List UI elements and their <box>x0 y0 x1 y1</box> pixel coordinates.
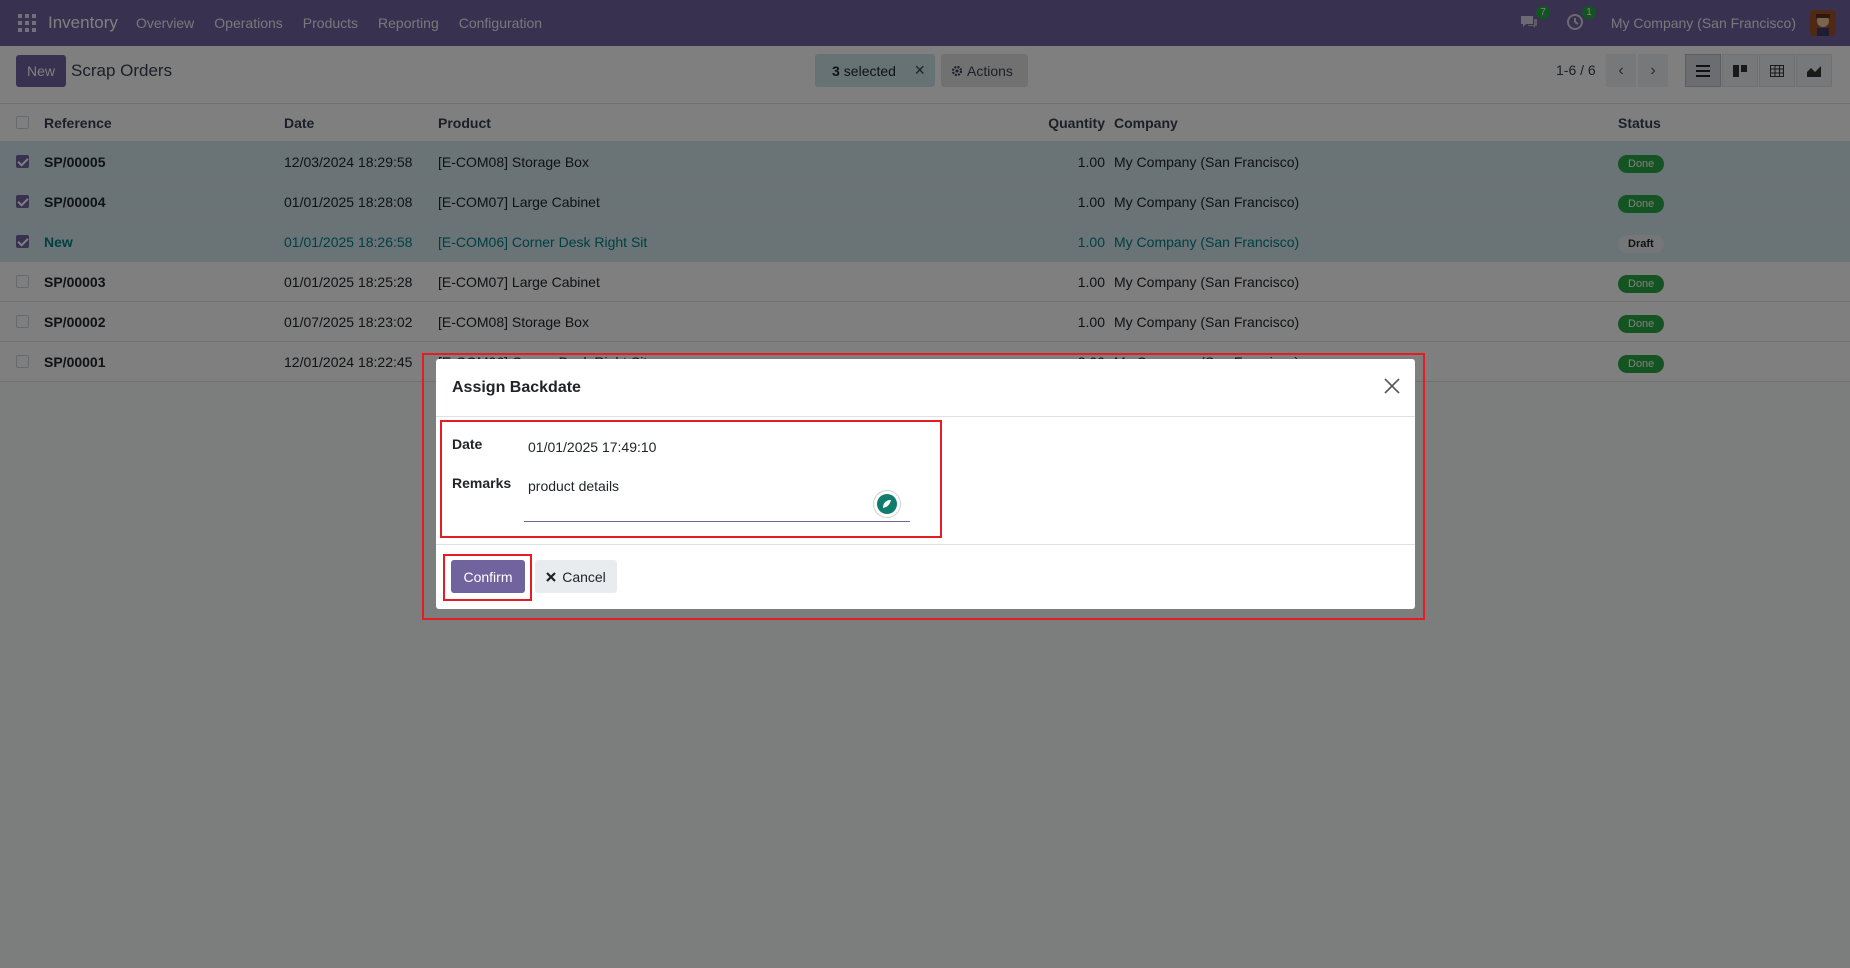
date-field[interactable]: 01/01/2025 17:49:10 <box>528 439 656 455</box>
close-icon <box>546 571 556 582</box>
date-label: Date <box>452 436 483 452</box>
dialog-footer-divider <box>436 544 1415 545</box>
remarks-underline <box>524 521 910 522</box>
dialog-header: Assign Backdate <box>436 359 1415 417</box>
remarks-field[interactable]: product details <box>528 478 619 494</box>
cancel-label: Cancel <box>562 568 606 585</box>
remarks-label: Remarks <box>452 475 512 491</box>
assign-backdate-dialog: Assign Backdate Date 01/01/2025 17:49:10… <box>436 359 1415 609</box>
cancel-button[interactable]: Cancel <box>535 560 617 593</box>
close-icon[interactable] <box>1383 377 1401 395</box>
dialog-title: Assign Backdate <box>452 379 581 396</box>
confirm-button[interactable]: Confirm <box>451 560 525 593</box>
chat-assistant-icon[interactable] <box>873 490 901 518</box>
